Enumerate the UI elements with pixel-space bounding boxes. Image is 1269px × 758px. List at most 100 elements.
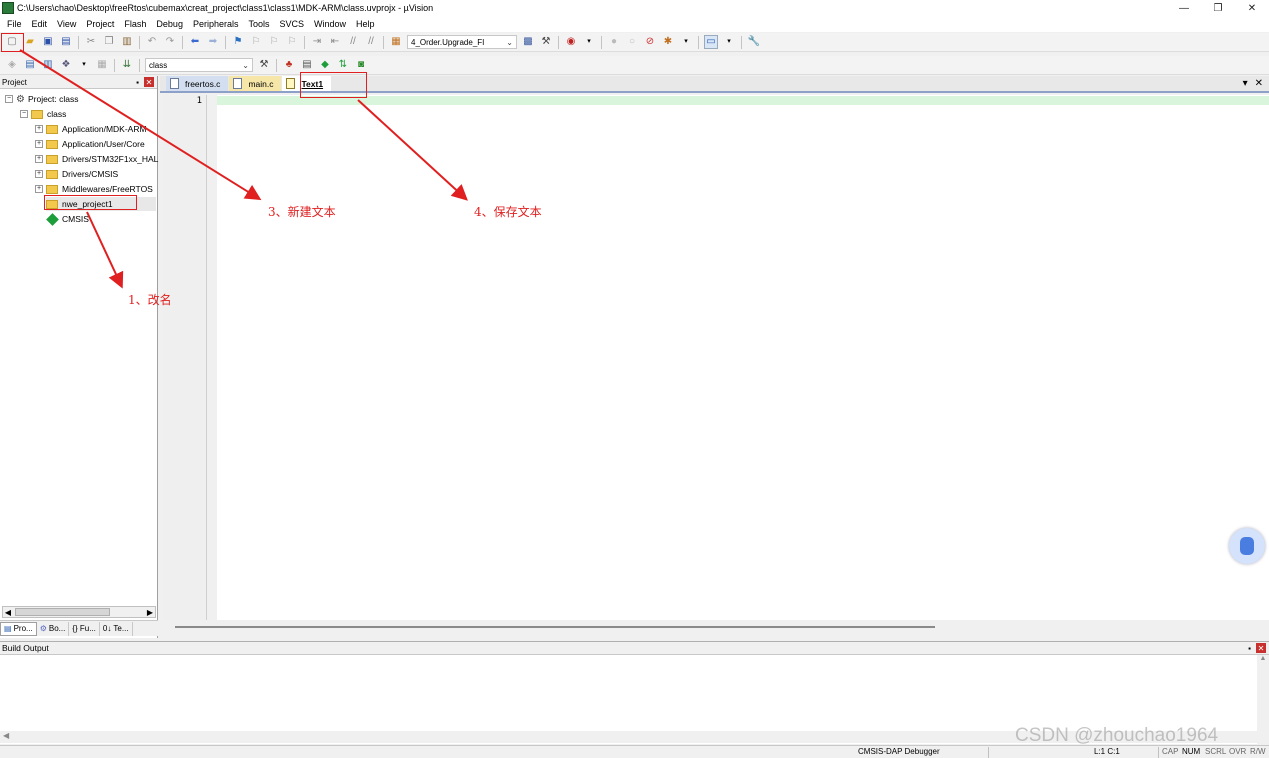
manage-project-icon[interactable]: ♣	[282, 58, 296, 72]
scrollbar-thumb[interactable]	[175, 626, 935, 628]
manage-rte-icon[interactable]: ◆	[318, 58, 332, 72]
tree-item-group[interactable]: + Drivers/STM32F1xx_HAL	[35, 152, 158, 166]
select-packs-icon[interactable]: ▤	[300, 58, 314, 72]
scroll-up-icon[interactable]: ▲	[1260, 655, 1267, 662]
expand-icon[interactable]: +	[35, 155, 43, 163]
batch-build-icon[interactable]: ❖	[59, 58, 73, 72]
menu-view[interactable]: View	[52, 19, 81, 29]
scroll-left-icon[interactable]: ◀	[3, 731, 9, 740]
wrench-icon[interactable]: 🔧	[747, 35, 761, 49]
build-vertical-scrollbar[interactable]: ▲	[1257, 655, 1269, 744]
disable-breakpoint-icon[interactable]: ○	[625, 35, 639, 49]
configure-icon[interactable]: ✱	[661, 35, 675, 49]
menu-tools[interactable]: Tools	[243, 19, 274, 29]
expand-icon[interactable]: +	[35, 170, 43, 178]
tree-item-target[interactable]: − class	[20, 107, 66, 121]
tree-item-group[interactable]: + Application/MDK-ARM	[35, 122, 147, 136]
tab-functions[interactable]: {} Fu...	[69, 621, 100, 636]
tree-item-project[interactable]: − ⚙ Project: class	[5, 92, 79, 106]
undo-icon[interactable]: ↶	[145, 35, 159, 49]
pack-installer-icon[interactable]: ⇅	[336, 58, 350, 72]
tree-item-group[interactable]: + Application/User/Core	[35, 137, 145, 151]
dropdown-arrow-icon[interactable]: ▾	[582, 35, 596, 49]
close-panel-icon[interactable]: ✕	[144, 77, 154, 87]
project-horizontal-scrollbar[interactable]: ◀ ▶	[2, 606, 156, 618]
save-all-icon[interactable]: ▤	[59, 35, 73, 49]
dropdown-arrow-icon[interactable]: ▾	[679, 35, 693, 49]
unindent-icon[interactable]: ⇤	[328, 35, 342, 49]
close-panel-icon[interactable]: ✕	[1256, 643, 1266, 653]
next-bookmark-icon[interactable]: ⚐	[267, 35, 281, 49]
tab-templates[interactable]: 0↓ Te...	[100, 621, 133, 636]
translate-icon[interactable]: ◈	[5, 58, 19, 72]
kill-breakpoints-icon[interactable]: ⊘	[643, 35, 657, 49]
menu-project[interactable]: Project	[81, 19, 119, 29]
menu-svcs[interactable]: SVCS	[275, 19, 310, 29]
collapse-icon[interactable]: −	[5, 95, 13, 103]
collapse-icon[interactable]: −	[20, 110, 28, 118]
window-layout-icon[interactable]: ▭	[704, 35, 718, 49]
prev-bookmark-icon[interactable]: ⚐	[249, 35, 263, 49]
redo-icon[interactable]: ↷	[163, 35, 177, 49]
minimize-button[interactable]: —	[1167, 0, 1201, 16]
menu-edit[interactable]: Edit	[27, 19, 53, 29]
clear-bookmarks-icon[interactable]: ⚐	[285, 35, 299, 49]
menu-help[interactable]: Help	[351, 19, 380, 29]
debug-session-icon[interactable]: ◉	[564, 35, 578, 49]
tree-item-group[interactable]: + Middlewares/FreeRTOS	[35, 182, 153, 196]
dropdown-arrow-icon[interactable]: ▾	[77, 58, 91, 72]
floating-assistant-button[interactable]	[1229, 528, 1265, 564]
rebuild-icon[interactable]: ▥	[41, 58, 55, 72]
tab-list-dropdown-icon[interactable]: ▾	[1243, 78, 1248, 89]
open-file-icon[interactable]: ▰	[23, 35, 37, 49]
close-button[interactable]: ✕	[1235, 0, 1269, 16]
find-in-files-icon[interactable]: ▦	[389, 35, 403, 49]
breakpoint-icon[interactable]: ●	[607, 35, 621, 49]
folder-icon	[46, 139, 58, 149]
stop-build-icon[interactable]: ▦	[95, 58, 109, 72]
cut-icon[interactable]: ✂	[84, 35, 98, 49]
file-icon	[233, 78, 243, 89]
code-editor[interactable]	[217, 95, 1269, 620]
menu-file[interactable]: File	[2, 19, 27, 29]
target-select[interactable]: class ⌄	[145, 58, 253, 72]
tab-freertos-c[interactable]: freertos.c	[166, 76, 229, 91]
incremental-find-icon[interactable]: ▩	[521, 35, 535, 49]
indent-icon[interactable]: ⇥	[310, 35, 324, 49]
expand-icon[interactable]: +	[35, 140, 43, 148]
dropdown-arrow-icon[interactable]: ▾	[722, 35, 736, 49]
tab-project[interactable]: ▤ Pro...	[0, 621, 37, 636]
scroll-right-icon[interactable]: ▶	[145, 608, 155, 617]
menu-debug[interactable]: Debug	[151, 19, 188, 29]
build-icon[interactable]: ▤	[23, 58, 37, 72]
copy-icon[interactable]: ❐	[102, 35, 116, 49]
scroll-left-icon[interactable]: ◀	[3, 608, 13, 617]
uncomment-icon[interactable]: //	[364, 35, 378, 49]
comment-icon[interactable]: //	[346, 35, 360, 49]
pin-icon[interactable]: ▪	[1248, 644, 1251, 653]
menu-flash[interactable]: Flash	[119, 19, 151, 29]
maximize-button[interactable]: ❐	[1201, 0, 1235, 16]
find-combo[interactable]: 4_Order.Upgrade_FI ⌄	[407, 35, 517, 49]
save-icon[interactable]: ▣	[41, 35, 55, 49]
scrollbar-thumb[interactable]	[15, 608, 110, 616]
expand-icon[interactable]: +	[35, 185, 43, 193]
tab-books[interactable]: ⚙ Bo...	[37, 621, 70, 636]
tree-item-group[interactable]: + Drivers/CMSIS	[35, 167, 118, 181]
editor-horizontal-scrollbar[interactable]	[163, 622, 1267, 634]
nav-back-icon[interactable]: ⬅	[188, 35, 202, 49]
pin-icon[interactable]: ▪	[136, 78, 139, 87]
download-icon[interactable]: ⇊	[120, 58, 134, 72]
target-options-icon[interactable]: ⚒	[257, 58, 271, 72]
bookmark-icon[interactable]: ⚑	[231, 35, 245, 49]
tree-item-cmsis[interactable]: CMSIS	[46, 212, 89, 226]
menu-window[interactable]: Window	[309, 19, 351, 29]
menu-peripherals[interactable]: Peripherals	[188, 19, 244, 29]
expand-icon[interactable]: +	[35, 125, 43, 133]
nav-forward-icon[interactable]: ➡	[206, 35, 220, 49]
paste-icon[interactable]: ▥	[120, 35, 134, 49]
find-icon[interactable]: ⚒	[539, 35, 553, 49]
software-packs-icon[interactable]: ◙	[354, 58, 368, 72]
close-tab-icon[interactable]: ✕	[1255, 78, 1263, 89]
tab-main-c[interactable]: main.c	[229, 76, 282, 91]
